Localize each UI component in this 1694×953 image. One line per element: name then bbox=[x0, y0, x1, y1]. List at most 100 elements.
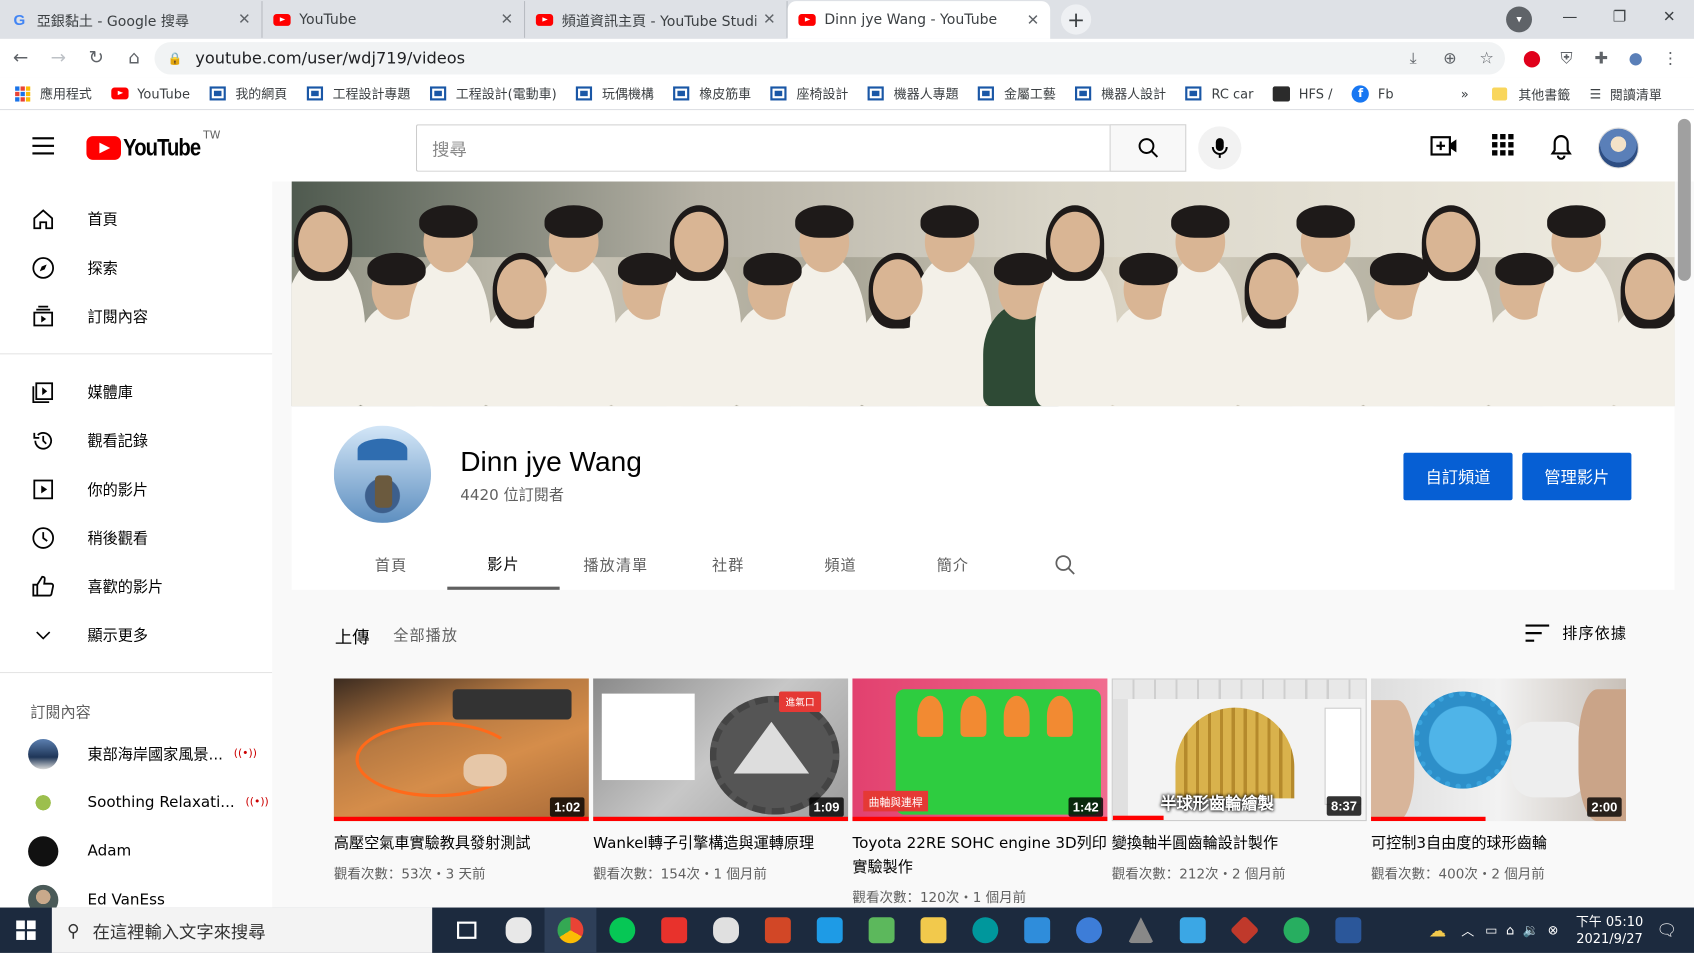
forward-icon[interactable]: → bbox=[41, 41, 76, 76]
notification-center-icon[interactable]: 🗨 bbox=[1656, 921, 1677, 940]
subscription-item[interactable]: Soothing Relaxati... ((•)) bbox=[0, 778, 272, 827]
new-tab-button[interactable]: + bbox=[1060, 4, 1092, 35]
browser-tab-youtube[interactable]: YouTube ✕ bbox=[263, 1, 526, 38]
bookmark-item[interactable]: 我的網頁 bbox=[209, 84, 287, 102]
profile-avatar-icon[interactable]: ● bbox=[1618, 49, 1653, 68]
bookmarks-overflow-button[interactable]: » bbox=[1461, 86, 1469, 101]
close-icon[interactable]: ✕ bbox=[501, 11, 514, 28]
menu-icon[interactable] bbox=[32, 137, 55, 155]
chrome-icon[interactable] bbox=[544, 907, 597, 953]
sidebar-item-your-videos[interactable]: 你的影片 bbox=[0, 465, 272, 514]
sidebar-item-home[interactable]: 首頁 bbox=[0, 194, 272, 243]
manage-videos-button[interactable]: 管理影片 bbox=[1522, 452, 1632, 501]
bookmark-item[interactable]: 玩偶機構 bbox=[576, 84, 654, 102]
zoom-icon[interactable]: ⊕ bbox=[1432, 49, 1469, 68]
line-icon[interactable] bbox=[596, 908, 648, 953]
tab-channels[interactable]: 頻道 bbox=[784, 540, 896, 590]
other-bookmarks[interactable]: 其他書籤 bbox=[1492, 85, 1570, 103]
app-icon-c-green[interactable] bbox=[856, 908, 908, 953]
sidebar-item-watch-later[interactable]: 稍後觀看 bbox=[0, 513, 272, 562]
weather-icon[interactable]: ☁ bbox=[1429, 920, 1446, 941]
arduino-icon[interactable] bbox=[959, 908, 1011, 953]
apps-grid-icon[interactable] bbox=[1474, 133, 1532, 160]
bookmark-item[interactable]: 工程設計(電動車) bbox=[429, 84, 557, 102]
subscription-item[interactable]: 東部海岸國家風景... ((•)) bbox=[0, 729, 272, 778]
video-title[interactable]: Wankel轉子引擎構造與運轉原理 bbox=[593, 832, 848, 856]
sidebar-item-liked-videos[interactable]: 喜歡的影片 bbox=[0, 562, 272, 611]
address-bar[interactable]: 🔒 youtube.com/user/wdj719/videos ⤓ ⊕ ☆ bbox=[154, 42, 1505, 75]
bookmark-item[interactable]: 工程設計專題 bbox=[306, 84, 410, 102]
more-menu-icon[interactable]: ⋮ bbox=[1653, 49, 1688, 68]
powerpoint-icon[interactable] bbox=[752, 908, 804, 953]
video-title[interactable]: Toyota 22RE SOHC engine 3D列印實驗製作 bbox=[852, 832, 1107, 880]
file-explorer-icon[interactable] bbox=[908, 908, 960, 953]
video-title[interactable]: 變換軸半圓齒輪設計製作 bbox=[1112, 832, 1367, 856]
minimize-icon[interactable]: — bbox=[1545, 0, 1595, 35]
app-icon-c-blue[interactable] bbox=[804, 908, 856, 953]
sidebar-item-explore[interactable]: 探索 bbox=[0, 243, 272, 292]
close-icon[interactable]: ✕ bbox=[238, 11, 251, 28]
video-thumbnail[interactable]: 1:02 bbox=[333, 678, 589, 822]
ime-icon[interactable]: ⊗ bbox=[1548, 923, 1559, 938]
video-thumbnail[interactable]: Wankel cycle 進氣口 1:09 bbox=[593, 678, 849, 822]
bookmark-apps[interactable]: 應用程式 bbox=[15, 84, 92, 102]
video-card[interactable]: 半球形齒輪繪製 8:37 變換軸半圓齒輪設計製作 觀看次數：212次・2 個月前 bbox=[1111, 678, 1367, 906]
create-video-icon[interactable] bbox=[1415, 134, 1473, 160]
notification-bell-icon[interactable] bbox=[1532, 134, 1590, 160]
close-icon[interactable]: ✕ bbox=[763, 11, 776, 28]
subscription-item[interactable]: Ed VanEss bbox=[0, 875, 272, 908]
app-icon-camera[interactable] bbox=[1271, 908, 1323, 953]
video-title[interactable]: 可控制3自由度的球形齒輪 bbox=[1371, 832, 1626, 856]
voice-search-button[interactable] bbox=[1198, 126, 1242, 170]
play-all-button[interactable]: 全部播放 bbox=[393, 624, 458, 646]
shield-extension-icon[interactable]: ⛨ bbox=[1549, 49, 1584, 68]
tab-search-icon[interactable]: ▾ bbox=[1506, 6, 1533, 33]
channel-avatar[interactable] bbox=[333, 425, 432, 523]
app-icon-cube[interactable] bbox=[1219, 908, 1271, 953]
lock-icon[interactable]: 🔒 bbox=[167, 51, 182, 65]
opera-extension-icon[interactable]: ⬤ bbox=[1515, 49, 1550, 68]
bookmark-item[interactable]: 橡皮筋車 bbox=[673, 84, 751, 102]
app-icon-globe[interactable] bbox=[1063, 908, 1115, 953]
bookmark-item[interactable]: 金屬工藝 bbox=[978, 84, 1056, 102]
app-icon-bird[interactable] bbox=[1167, 908, 1219, 953]
install-icon[interactable]: ⤓ bbox=[1395, 49, 1432, 68]
bookmark-item[interactable]: RC car bbox=[1185, 86, 1253, 101]
word-icon[interactable] bbox=[1322, 908, 1374, 953]
search-input[interactable]: 搜尋 bbox=[415, 124, 1110, 172]
app-icon-cat[interactable] bbox=[493, 908, 545, 953]
browser-tab-google-search[interactable]: G 亞銀黏土 - Google 搜尋 ✕ bbox=[0, 1, 263, 38]
bookmark-item[interactable]: 機器人設計 bbox=[1075, 84, 1166, 102]
chevron-up-icon[interactable]: ︿ bbox=[1461, 921, 1474, 939]
browser-tab-youtube-studio[interactable]: 頻道資訊主頁 - YouTube Studio ✕ bbox=[525, 1, 788, 38]
clock[interactable]: 下午 05:10 2021/9/27 bbox=[1576, 913, 1643, 948]
tab-about[interactable]: 簡介 bbox=[897, 540, 1009, 590]
subscription-item[interactable]: Adam bbox=[0, 827, 272, 876]
battery-icon[interactable]: ▭ bbox=[1485, 923, 1497, 938]
app-icon-goat[interactable] bbox=[700, 908, 752, 953]
home-icon[interactable]: ⌂ bbox=[117, 41, 152, 76]
sidebar-item-show-more[interactable]: 顯示更多 bbox=[0, 610, 272, 659]
video-thumbnail[interactable]: 半球形齒輪繪製 8:37 bbox=[1111, 678, 1367, 822]
app-icon-compass[interactable] bbox=[1115, 908, 1167, 953]
tab-videos[interactable]: 影片 bbox=[447, 540, 560, 590]
sidebar-item-history[interactable]: 觀看記錄 bbox=[0, 416, 272, 465]
video-title[interactable]: 高壓空氣車實驗教具發射測試 bbox=[334, 832, 589, 856]
bookmark-youtube[interactable]: YouTube bbox=[111, 86, 190, 101]
bookmark-item[interactable]: 座椅設計 bbox=[770, 84, 848, 102]
back-icon[interactable]: ← bbox=[3, 41, 38, 76]
video-thumbnail[interactable]: 2:00 bbox=[1371, 678, 1627, 822]
bookmark-star-icon[interactable]: ☆ bbox=[1468, 49, 1505, 68]
page-scrollbar[interactable] bbox=[1677, 118, 1691, 281]
tab-community[interactable]: 社群 bbox=[672, 540, 784, 590]
start-button[interactable] bbox=[0, 908, 52, 953]
app-icon-blue-shape[interactable] bbox=[1011, 908, 1063, 953]
reading-list[interactable]: ☰ 閱讀清單 bbox=[1590, 85, 1662, 103]
channel-search-icon[interactable] bbox=[1009, 540, 1121, 590]
bookmark-facebook[interactable]: f Fb bbox=[1351, 84, 1394, 103]
maximize-icon[interactable]: ❐ bbox=[1595, 0, 1645, 35]
bookmark-item[interactable]: 機器人專題 bbox=[867, 84, 959, 102]
task-view-icon[interactable] bbox=[441, 908, 493, 953]
sidebar-item-subscriptions[interactable]: 訂閱內容 bbox=[0, 292, 272, 341]
close-window-icon[interactable]: ✕ bbox=[1644, 0, 1694, 35]
